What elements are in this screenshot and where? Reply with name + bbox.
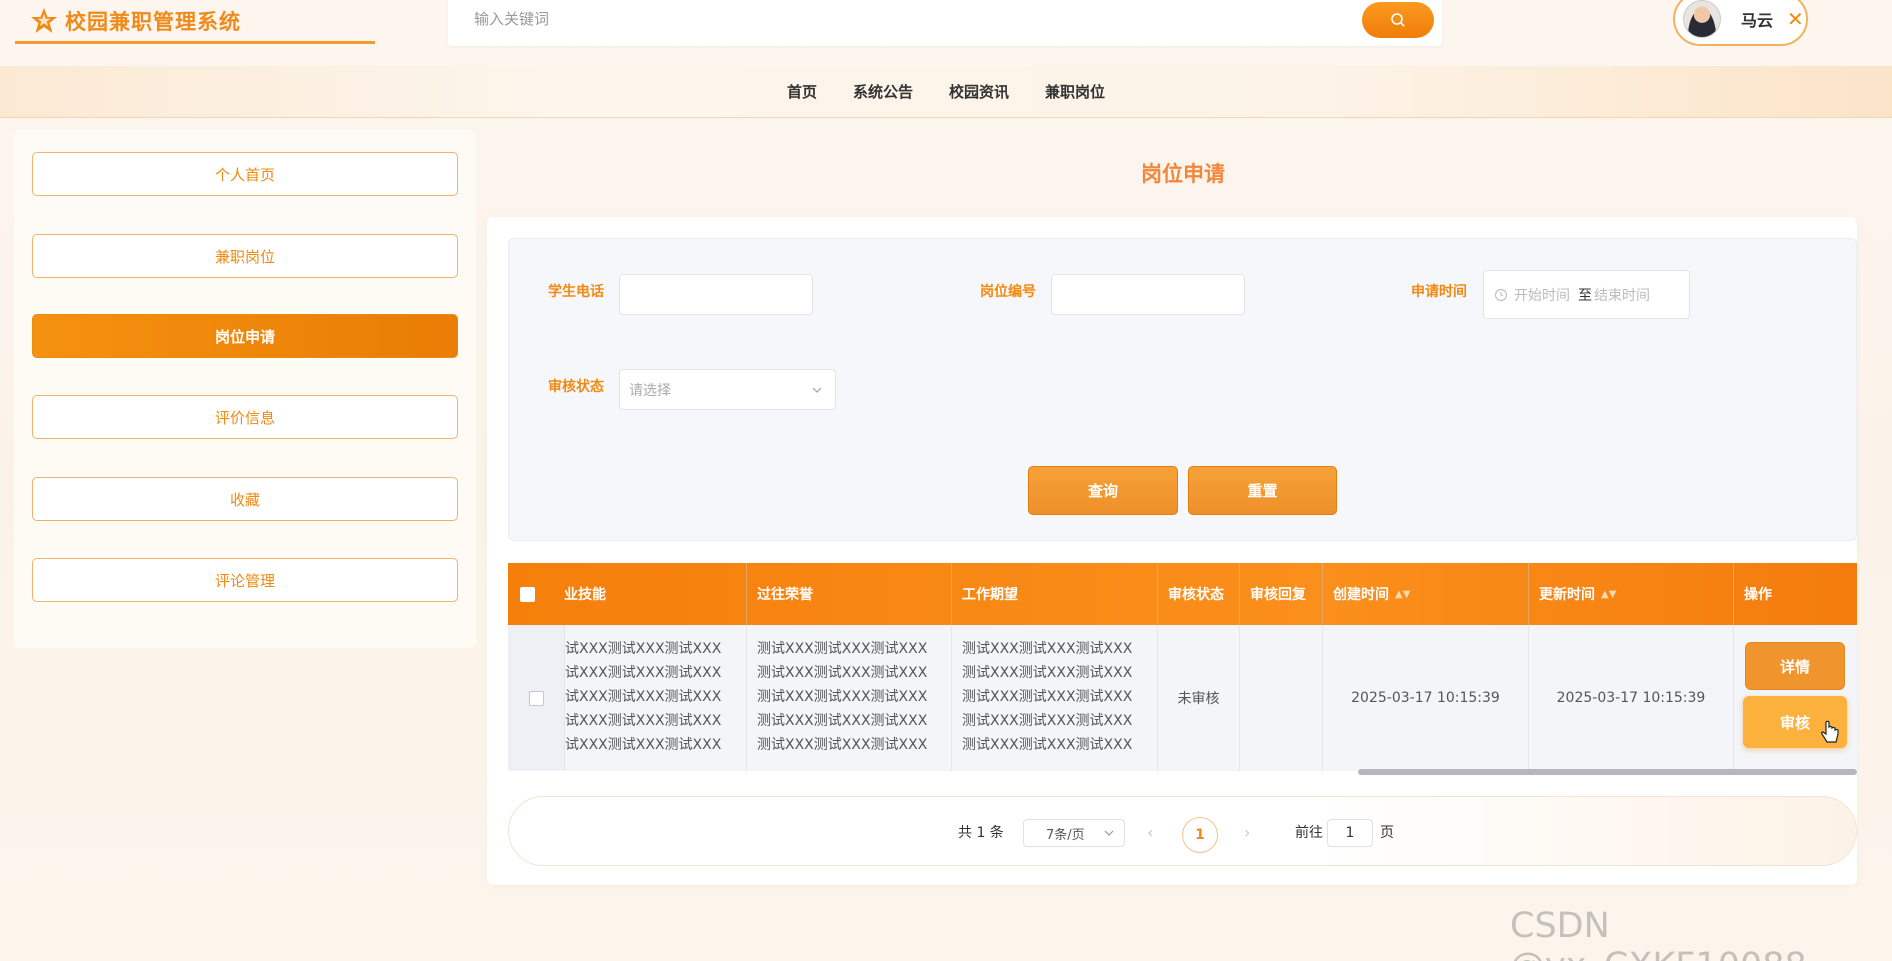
start-time-input[interactable]: 开始时间 [1514,285,1570,305]
search-bar [448,0,1442,46]
search-input[interactable] [448,0,1348,38]
top-bar: 校园兼职管理系统 马云 ✕ [0,0,1892,65]
col-expectation[interactable]: 工作期望 [952,563,1158,625]
cell-updated: 2025-03-17 10:15:39 [1529,625,1734,771]
user-menu[interactable]: 马云 ✕ [1673,0,1808,46]
sidebar-item-reviews[interactable]: 评价信息 [32,395,458,439]
page-1-button[interactable]: 1 [1182,817,1218,853]
select-all-checkbox[interactable] [520,586,535,602]
sidebar: 个人首页 兼职岗位 岗位申请 评价信息 收藏 评论管理 [14,130,476,648]
sidebar-item-applications[interactable]: 岗位申请 [32,314,458,358]
table-header: 业技能 过往荣誉 工作期望 审核状态 审核回复 创建时间 ▲▼ 更新时间 ▲▼ 操作 [508,563,1857,625]
search-icon [1391,13,1405,27]
clock-icon [1494,288,1508,301]
applications-table: 业技能 过往荣誉 工作期望 审核状态 审核回复 创建时间 ▲▼ 更新时间 ▲▼ 操作… [508,563,1857,776]
cell-created: 2025-03-17 10:15:39 [1323,625,1529,771]
end-time-input[interactable]: 结束时间 [1594,285,1650,305]
goto-label: 前往 [1295,825,1323,841]
status-label: 审核状态 [548,379,604,395]
sidebar-item-jobs[interactable]: 兼职岗位 [32,234,458,278]
col-status[interactable]: 审核状态 [1158,563,1240,625]
pagination: 共 1 条 7条/页 ‹ 1 › 前往 1 页 [508,796,1857,866]
col-created[interactable]: 创建时间 ▲▼ [1323,563,1529,625]
cell-status: 未审核 [1158,625,1240,771]
search-button[interactable] [1362,2,1434,38]
content-panel: 学生电话 岗位编号 申请时间 开始时间 至 结束时间 审核状态 请选择 查询 重… [487,217,1857,885]
page-size-select[interactable]: 7条/页 [1023,819,1125,847]
nav-item-news[interactable]: 校园资讯 [949,81,1009,102]
sort-icon[interactable]: ▲▼ [1395,589,1410,600]
sidebar-item-profile[interactable]: 个人首页 [32,152,458,196]
avatar [1683,0,1721,38]
cell-expectation: 测试XXX测试XXX测试XXX 测试XXX测试XXX测试XXX 测试XXX测试X… [952,625,1158,771]
col-skills[interactable]: 业技能 [552,563,747,625]
chevron-down-icon [1104,830,1114,836]
apply-time-label: 申请时间 [1411,284,1467,300]
table-row: 试XXX测试XXX测试XXX 试XXX测试XXX测试XXX 试XXX测试XXX测… [508,625,1857,771]
app-title: 校园兼职管理系统 [65,9,241,34]
col-actions: 操作 [1744,587,1772,603]
watermark: CSDN @vx_CXKF10088 [1510,906,1807,961]
sidebar-item-comments[interactable]: 评论管理 [32,558,458,602]
next-page-button[interactable]: › [1244,797,1250,867]
nav-item-jobs[interactable]: 兼职岗位 [1045,81,1105,102]
phone-input[interactable] [619,274,813,315]
hand-cursor-icon [1821,720,1839,743]
cell-reply [1240,625,1323,771]
phone-label: 学生电话 [548,284,604,300]
collapse-icon[interactable]: ✕ [1787,7,1804,31]
page-suffix: 页 [1380,825,1394,841]
detail-button[interactable]: 详情 [1745,642,1845,690]
cell-honors: 测试XXX测试XXX测试XXX 测试XXX测试XXX测试XXX 测试XXX测试X… [747,625,952,771]
date-range-picker[interactable]: 开始时间 至 结束时间 [1483,270,1690,319]
cell-actions: 详情 审核 [1734,625,1857,771]
row-checkbox[interactable] [528,690,544,706]
user-name: 马云 [1741,11,1774,30]
job-no-label: 岗位编号 [980,284,1036,300]
range-separator: 至 [1578,287,1592,304]
app-logo[interactable]: 校园兼职管理系统 [15,0,375,44]
nav-item-home[interactable]: 首页 [787,81,817,102]
col-updated[interactable]: 更新时间 ▲▼ [1529,563,1734,625]
nav-item-announcements[interactable]: 系统公告 [853,81,913,102]
reset-button[interactable]: 重置 [1188,466,1337,515]
goto-page-input[interactable]: 1 [1327,819,1373,847]
sidebar-item-favorites[interactable]: 收藏 [32,477,458,521]
cell-skills: 试XXX测试XXX测试XXX 试XXX测试XXX测试XXX 试XXX测试XXX测… [565,625,747,771]
page-title: 岗位申请 [1141,162,1225,186]
status-select-value: 请选择 [629,382,671,399]
col-reply[interactable]: 审核回复 [1240,563,1323,625]
horizontal-scrollbar[interactable] [1358,769,1857,775]
chevron-down-icon [812,387,822,393]
status-select[interactable]: 请选择 [619,369,836,410]
star-logo-icon [31,7,57,33]
query-button[interactable]: 查询 [1028,466,1178,515]
main-nav: 首页 系统公告 校园资讯 兼职岗位 [0,66,1892,118]
prev-page-button[interactable]: ‹ [1147,797,1153,867]
row-select-cell [508,625,565,771]
job-no-input[interactable] [1051,274,1245,315]
filter-form: 学生电话 岗位编号 申请时间 开始时间 至 结束时间 审核状态 请选择 查询 重… [508,238,1857,541]
col-honors[interactable]: 过往荣誉 [747,563,952,625]
sort-icon[interactable]: ▲▼ [1601,589,1616,600]
total-count: 共 1 条 [958,825,1004,841]
